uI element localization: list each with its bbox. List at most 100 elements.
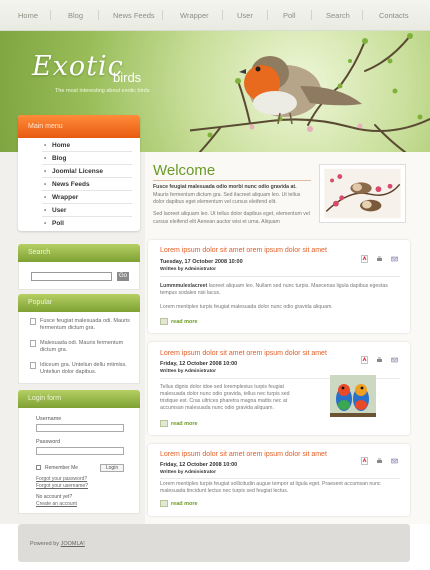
- menu-item-license[interactable]: • Joomla! License: [42, 166, 132, 178]
- document-icon: [30, 340, 36, 347]
- article-author: Written by Administrator: [160, 267, 216, 272]
- nav-separator: [162, 10, 163, 20]
- username-field[interactable]: [36, 424, 124, 432]
- pdf-icon[interactable]: [361, 255, 368, 263]
- main-menu-title: Main menu: [18, 115, 140, 138]
- powered-by-text: Powered by: [30, 541, 60, 547]
- footer-credit: Powered by JOOMLA!: [30, 541, 85, 547]
- menu-item-news-feeds[interactable]: • News Feeds: [42, 179, 132, 191]
- read-more-label: read more: [171, 500, 198, 507]
- nav-separator: [362, 10, 363, 20]
- menu-bullet-icon: •: [44, 155, 47, 162]
- article-title[interactable]: Lorem ipsum dolor sit amet orem ipsum do…: [160, 451, 327, 458]
- menu-item-label: Blog: [52, 155, 67, 162]
- joomla-link[interactable]: JOOMLA!: [61, 541, 85, 547]
- menu-item-label: Joomla! License: [52, 168, 103, 175]
- article-text-bold: Lummmulexlacreet: [160, 283, 208, 289]
- login-box-title: Login form: [18, 390, 140, 408]
- menu-item-label: Home: [52, 142, 71, 149]
- nav-separator: [222, 10, 223, 20]
- read-more-label: read more: [171, 318, 198, 325]
- popular-item[interactable]: Malesuada odi. Mauris fermentum dictum g…: [30, 340, 135, 354]
- logo-tagline: The most interesting about exotic birds: [55, 88, 150, 94]
- menu-item-wrapper[interactable]: • Wrapper: [42, 192, 132, 204]
- divider: [153, 180, 311, 181]
- logo-title[interactable]: Exotic: [32, 51, 124, 82]
- popular-item-text: Idiceum gra. Unteliun dellu mtimlss. Unt…: [40, 362, 127, 375]
- nav-news-feeds[interactable]: News Feeds: [113, 11, 155, 20]
- forgot-password-link[interactable]: Forgot your password?: [36, 476, 87, 482]
- welcome-lead-bold: Fusce feugiat malesuada odio morbi nunc …: [153, 184, 297, 190]
- popular-item-text: Malesuada odi. Mauris fermentum dictum g…: [40, 340, 124, 353]
- document-icon: [160, 500, 168, 507]
- email-icon[interactable]: [391, 356, 398, 364]
- welcome-lead-text: Mauris fermentum dictum gra. Sed ilacree…: [153, 191, 301, 206]
- print-icon[interactable]: [376, 457, 383, 465]
- welcome-heading: Welcome: [153, 162, 216, 179]
- nav-contacts[interactable]: Contacts: [379, 11, 409, 20]
- nav-home[interactable]: Home: [18, 11, 38, 20]
- document-icon: [30, 362, 36, 369]
- article-text: Lummmulexlacreet laoreet aliquam leo. Nu…: [160, 283, 400, 297]
- read-more-link[interactable]: read more: [160, 318, 198, 325]
- nav-user[interactable]: User: [237, 11, 253, 20]
- password-field[interactable]: [36, 447, 124, 455]
- menu-bullet-icon: •: [44, 181, 47, 188]
- remember-me-checkbox[interactable]: [36, 465, 41, 470]
- popular-item[interactable]: Fusce feugiat malesuada odi. Mauris ferm…: [30, 318, 135, 332]
- article-date: Friday, 12 October 2008 10:00: [160, 361, 238, 367]
- nav-poll[interactable]: Poll: [283, 11, 296, 20]
- forgot-username-link[interactable]: Forgot your username?: [36, 483, 88, 489]
- divider: [160, 276, 400, 277]
- read-more-label: read more: [171, 420, 198, 427]
- logo-subtitle: birds: [113, 70, 142, 85]
- popular-item-text: Fusce feugiat malesuada odi. Mauris ferm…: [40, 318, 130, 331]
- nav-search[interactable]: Search: [326, 11, 350, 20]
- no-account-text: No account yet?: [36, 494, 73, 500]
- nav-blog[interactable]: Blog: [68, 11, 83, 20]
- menu-bullet-icon: •: [44, 194, 47, 201]
- read-more-link[interactable]: read more: [160, 500, 198, 507]
- article-text: Tellus dignis dolor idoe sed loremplexiu…: [160, 384, 290, 411]
- menu-bullet-icon: •: [44, 207, 47, 214]
- search-box-title: Search: [18, 244, 140, 262]
- menu-item-home[interactable]: • Home: [42, 140, 132, 152]
- menu-bullet-icon: •: [44, 220, 47, 227]
- article-date: Friday, 12 October 2008 10:00: [160, 462, 238, 468]
- print-icon[interactable]: [376, 255, 383, 263]
- menu-item-user[interactable]: • User: [42, 205, 132, 217]
- pdf-icon[interactable]: [361, 356, 368, 364]
- menu-item-blog[interactable]: • Blog: [42, 153, 132, 165]
- menu-item-label: Wrapper: [52, 194, 79, 201]
- popular-item[interactable]: Idiceum gra. Unteliun dellu mtimlss. Unt…: [30, 362, 135, 376]
- print-icon[interactable]: [376, 356, 383, 364]
- welcome-lead: Fusce feugiat malesuada odio morbi nunc …: [153, 184, 311, 207]
- email-icon[interactable]: [391, 255, 398, 263]
- search-go-button[interactable]: Go: [117, 272, 129, 281]
- welcome-paragraph: Sed laoreet aliquam leo. Ut tellus dolor…: [153, 211, 310, 225]
- nav-wrapper[interactable]: Wrapper: [180, 11, 209, 20]
- top-navigation: Home Blog News Feeds Wrapper User Poll S…: [0, 0, 430, 31]
- article-author: Written by Administrator: [160, 470, 216, 475]
- login-button[interactable]: Login: [100, 464, 124, 472]
- create-account-link[interactable]: Create an account: [36, 501, 77, 507]
- menu-item-poll[interactable]: • Poll: [42, 218, 132, 230]
- document-icon: [160, 318, 168, 325]
- menu-item-label: User: [52, 207, 67, 214]
- username-label: Username: [36, 416, 62, 422]
- remember-me-label: Remember Me: [45, 465, 79, 471]
- email-icon[interactable]: [391, 457, 398, 465]
- menu-bullet-icon: •: [44, 168, 47, 175]
- pdf-icon[interactable]: [361, 457, 368, 465]
- read-more-link[interactable]: read more: [160, 420, 198, 427]
- nav-separator: [50, 10, 51, 20]
- article-title[interactable]: Lorem ipsum dolor sit amet orem ipsum do…: [160, 350, 327, 357]
- menu-item-label: Poll: [52, 220, 64, 227]
- article-author: Written by Administrator: [160, 369, 216, 374]
- popular-box-title: Popular: [18, 294, 140, 312]
- article-title[interactable]: Lorem ipsum dolor sit amet orem ipsum do…: [160, 247, 327, 254]
- article-date: Tuesday, 17 October 2008 10:00: [160, 259, 243, 265]
- article-text: Lorem mentiplex turpis feugiat sollicitu…: [160, 481, 381, 494]
- parrots-image: [330, 375, 376, 417]
- search-input[interactable]: [31, 272, 112, 281]
